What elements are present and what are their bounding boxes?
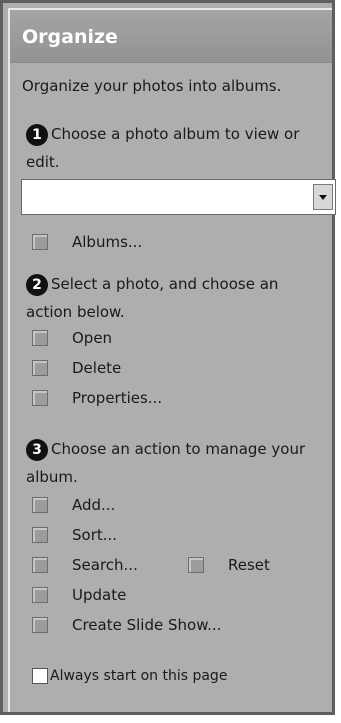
- search-icon: [32, 557, 48, 573]
- step-3-instruction: 3 Choose an action to manage your album.: [26, 435, 321, 491]
- add-icon: [32, 497, 48, 513]
- step-1-number-icon: 1: [26, 124, 48, 146]
- step-3-text: Choose an action to manage your album.: [26, 440, 306, 486]
- create-slide-show-label: Create Slide Show...: [72, 616, 222, 634]
- step-3-number-icon: 3: [26, 439, 48, 461]
- album-select[interactable]: [21, 179, 336, 215]
- step-2-instruction: 2 Select a photo, and choose an action be…: [26, 270, 321, 326]
- properties-link[interactable]: Properties...: [32, 385, 162, 411]
- reset-icon: [188, 557, 204, 573]
- open-label: Open: [72, 329, 113, 347]
- always-start-option[interactable]: Always start on this page: [32, 664, 227, 688]
- pane-header: Organize: [10, 10, 332, 63]
- sort-icon: [32, 527, 48, 543]
- add-label: Add...: [72, 496, 116, 514]
- open-link[interactable]: Open: [32, 325, 112, 351]
- step-1-instruction: 1 Choose a photo album to view or edit.: [26, 120, 321, 176]
- search-label: Search...: [72, 556, 138, 574]
- add-link[interactable]: Add...: [32, 492, 115, 518]
- update-label: Update: [72, 586, 127, 604]
- albums-label: Albums...: [72, 233, 143, 251]
- step-2-number-icon: 2: [26, 274, 48, 296]
- always-start-checkbox[interactable]: [32, 668, 48, 684]
- dropdown-arrow-icon[interactable]: [313, 184, 333, 210]
- pane-title: Organize: [22, 26, 118, 48]
- step-1-text: Choose a photo album to view or edit.: [26, 125, 300, 171]
- update-link[interactable]: Update: [32, 582, 126, 608]
- always-start-label: Always start on this page: [50, 668, 228, 684]
- properties-label: Properties...: [72, 389, 163, 407]
- delete-icon: [32, 360, 48, 376]
- reset-link[interactable]: Reset: [188, 552, 270, 578]
- organize-pane: Organize Organize your photos into album…: [0, 0, 336, 715]
- delete-label: Delete: [72, 359, 122, 377]
- sort-link[interactable]: Sort...: [32, 522, 117, 548]
- search-link[interactable]: Search...: [32, 552, 138, 578]
- organize-pane-body: Organize Organize your photos into album…: [8, 8, 336, 712]
- update-icon: [32, 587, 48, 603]
- slide-show-icon: [32, 617, 48, 633]
- open-icon: [32, 330, 48, 346]
- step-2-text: Select a photo, and choose an action bel…: [26, 275, 279, 321]
- pane-subtitle: Organize your photos into albums.: [22, 77, 282, 95]
- sort-label: Sort...: [72, 526, 118, 544]
- albums-link[interactable]: Albums...: [32, 229, 142, 255]
- properties-icon: [32, 390, 48, 406]
- delete-link[interactable]: Delete: [32, 355, 121, 381]
- create-slide-show-link[interactable]: Create Slide Show...: [32, 612, 221, 638]
- albums-icon: [32, 234, 48, 250]
- reset-label: Reset: [228, 556, 270, 574]
